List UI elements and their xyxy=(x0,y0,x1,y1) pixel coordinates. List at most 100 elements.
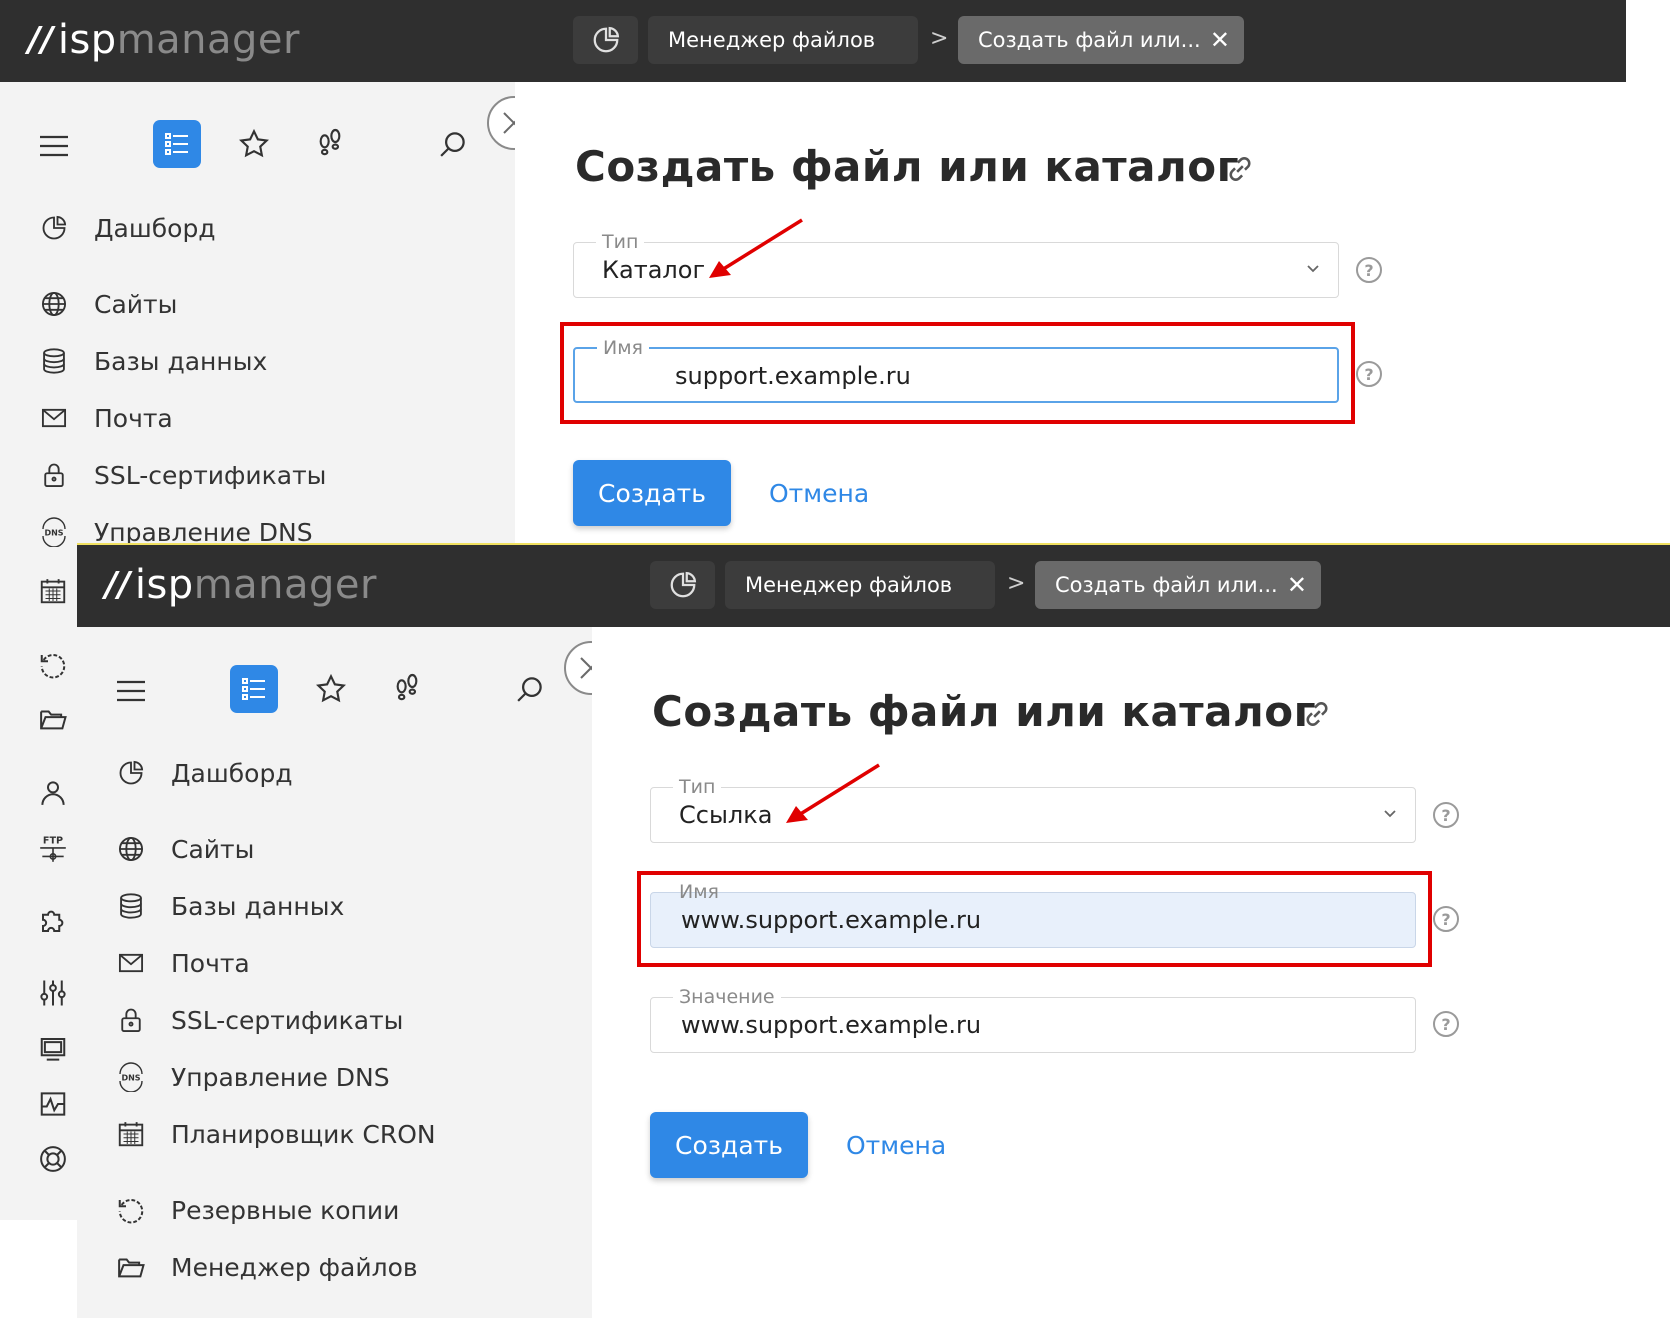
dashboard-icon xyxy=(115,757,147,789)
link-icon[interactable] xyxy=(1223,152,1257,186)
user-icon[interactable] xyxy=(36,776,70,810)
close-tab-icon[interactable]: ✕ xyxy=(1210,26,1230,54)
hamburger-menu-icon[interactable] xyxy=(38,130,70,162)
ispmanager-logo[interactable]: // isp manager xyxy=(28,10,300,70)
ispmanager-logo[interactable]: // isp manager xyxy=(105,555,377,615)
dashboard-tab-button[interactable] xyxy=(573,16,638,64)
tab-create-file[interactable]: Создать файл или... ✕ xyxy=(958,16,1244,64)
tab-create-file[interactable]: Создать файл или... ✕ xyxy=(1035,561,1321,609)
menu-label: Дашборд xyxy=(94,213,216,243)
lock-icon xyxy=(38,459,70,491)
menu-label: Резервные копии xyxy=(171,1195,400,1225)
tab-create-file-label: Создать файл или... xyxy=(1055,573,1278,597)
menu-item-databases[interactable]: Базы данных xyxy=(115,890,344,922)
content-panel: Создать файл или каталог Тип Ссылка ? Им… xyxy=(592,627,1670,1318)
svg-text:DNS: DNS xyxy=(44,529,63,538)
menu-item-mail[interactable]: Почта xyxy=(38,402,173,434)
menu-item-dashboard[interactable]: Дашборд xyxy=(115,757,293,789)
list-icon xyxy=(242,678,265,700)
dashboard-icon xyxy=(38,212,70,244)
menu-label: Сайты xyxy=(171,834,255,864)
type-help-icon[interactable]: ? xyxy=(1356,257,1382,283)
menu-item-dns[interactable]: DNS Управление DNS xyxy=(38,516,313,548)
menu-item-cron[interactable]: Планировщик CRON xyxy=(115,1118,436,1150)
menu-item-dashboard[interactable]: Дашборд xyxy=(38,212,216,244)
name-label: Имя xyxy=(597,337,649,359)
type-label: Тип xyxy=(596,231,645,253)
value-label: Значение xyxy=(673,986,781,1008)
menu-item-sites[interactable]: Сайты xyxy=(115,833,254,865)
dashboard-icon xyxy=(670,571,696,598)
list-view-button[interactable] xyxy=(153,120,201,168)
cancel-button[interactable]: Отмена xyxy=(769,479,869,508)
svg-text:FTP: FTP xyxy=(43,836,63,847)
top-bar: // isp manager Менеджер файлов > Создать… xyxy=(0,0,1626,82)
type-label: Тип xyxy=(673,776,722,798)
menu-label: Базы данных xyxy=(171,891,345,921)
chevron-down-icon xyxy=(1384,810,1396,818)
list-icon xyxy=(165,133,188,155)
dashboard-tab-button[interactable] xyxy=(650,561,715,609)
create-button[interactable]: Создать xyxy=(573,460,731,526)
page-title: Создать файл или каталог xyxy=(652,687,1317,736)
menu-item-backups[interactable]: Резервные копии xyxy=(115,1194,399,1226)
breadcrumb-separator: > xyxy=(1007,571,1026,596)
dashboard-icon xyxy=(593,26,619,53)
list-view-button[interactable] xyxy=(230,665,278,713)
value-input[interactable]: Значение www.support.example.ru xyxy=(650,986,1416,1053)
menu-item-dns[interactable]: DNS Управление DNS xyxy=(115,1061,390,1093)
menu-item-databases[interactable]: Базы данных xyxy=(38,345,267,377)
menu-label: Планировщик CRON xyxy=(171,1119,436,1149)
name-value: support.example.ru xyxy=(675,362,911,390)
menu-item-ssl[interactable]: SSL-сертификаты xyxy=(38,459,326,491)
menu-label: Управление DNS xyxy=(94,517,313,547)
dns-icon: DNS xyxy=(38,516,70,548)
page-title: Создать файл или каталог xyxy=(575,142,1240,191)
backup-icon xyxy=(115,1194,147,1226)
folder-icon[interactable] xyxy=(36,702,70,736)
ftp-icon[interactable]: FTP xyxy=(36,832,70,866)
cancel-button[interactable]: Отмена xyxy=(846,1131,946,1160)
favorites-star-icon[interactable] xyxy=(313,671,349,707)
close-tab-icon[interactable]: ✕ xyxy=(1287,571,1307,599)
menu-item-mail[interactable]: Почта xyxy=(115,947,250,979)
monitor-icon[interactable] xyxy=(36,1032,70,1066)
footprints-icon[interactable] xyxy=(312,126,348,162)
name-input[interactable]: Имя www.support.example.ru xyxy=(650,881,1416,948)
backup-icon[interactable] xyxy=(36,648,70,682)
red-arrow xyxy=(786,763,880,823)
database-icon xyxy=(38,345,70,377)
type-value: Каталог xyxy=(602,256,706,284)
puzzle-icon[interactable] xyxy=(36,904,70,938)
menu-label: Почта xyxy=(171,948,250,978)
breadcrumb-file-manager[interactable]: Менеджер файлов xyxy=(648,16,918,64)
search-icon[interactable] xyxy=(435,126,471,162)
calendar-icon[interactable] xyxy=(36,574,70,608)
menu-item-file-manager[interactable]: Менеджер файлов xyxy=(115,1251,418,1283)
logo-bars: // xyxy=(105,565,131,605)
menu-item-ssl[interactable]: SSL-сертификаты xyxy=(115,1004,403,1036)
settings-sliders-icon[interactable] xyxy=(36,976,70,1010)
menu-label: Базы данных xyxy=(94,346,268,376)
value-value: www.support.example.ru xyxy=(681,1011,982,1039)
mail-icon xyxy=(38,402,70,434)
sidebar: Дашборд Сайты Базы данных Почта SSL-серт… xyxy=(77,627,592,1318)
footprints-icon[interactable] xyxy=(389,671,425,707)
type-help-icon[interactable]: ? xyxy=(1433,802,1459,828)
hamburger-menu-icon[interactable] xyxy=(115,675,147,707)
search-icon[interactable] xyxy=(512,671,548,707)
name-help-icon[interactable]: ? xyxy=(1356,361,1382,387)
menu-label: Почта xyxy=(94,403,173,433)
breadcrumb-file-manager[interactable]: Менеджер файлов xyxy=(725,561,995,609)
lifebuoy-icon[interactable] xyxy=(36,1142,70,1176)
link-icon[interactable] xyxy=(1300,697,1334,731)
menu-item-sites[interactable]: Сайты xyxy=(38,288,177,320)
activity-icon[interactable] xyxy=(36,1087,70,1121)
create-button[interactable]: Создать xyxy=(650,1112,808,1178)
favorites-star-icon[interactable] xyxy=(236,126,272,162)
name-input[interactable]: Имя support.example.ru xyxy=(573,337,1339,403)
value-help-icon[interactable]: ? xyxy=(1433,1011,1459,1037)
name-help-icon[interactable]: ? xyxy=(1433,906,1459,932)
type-select[interactable]: Тип Каталог xyxy=(573,231,1339,298)
type-select[interactable]: Тип Ссылка xyxy=(650,776,1416,843)
